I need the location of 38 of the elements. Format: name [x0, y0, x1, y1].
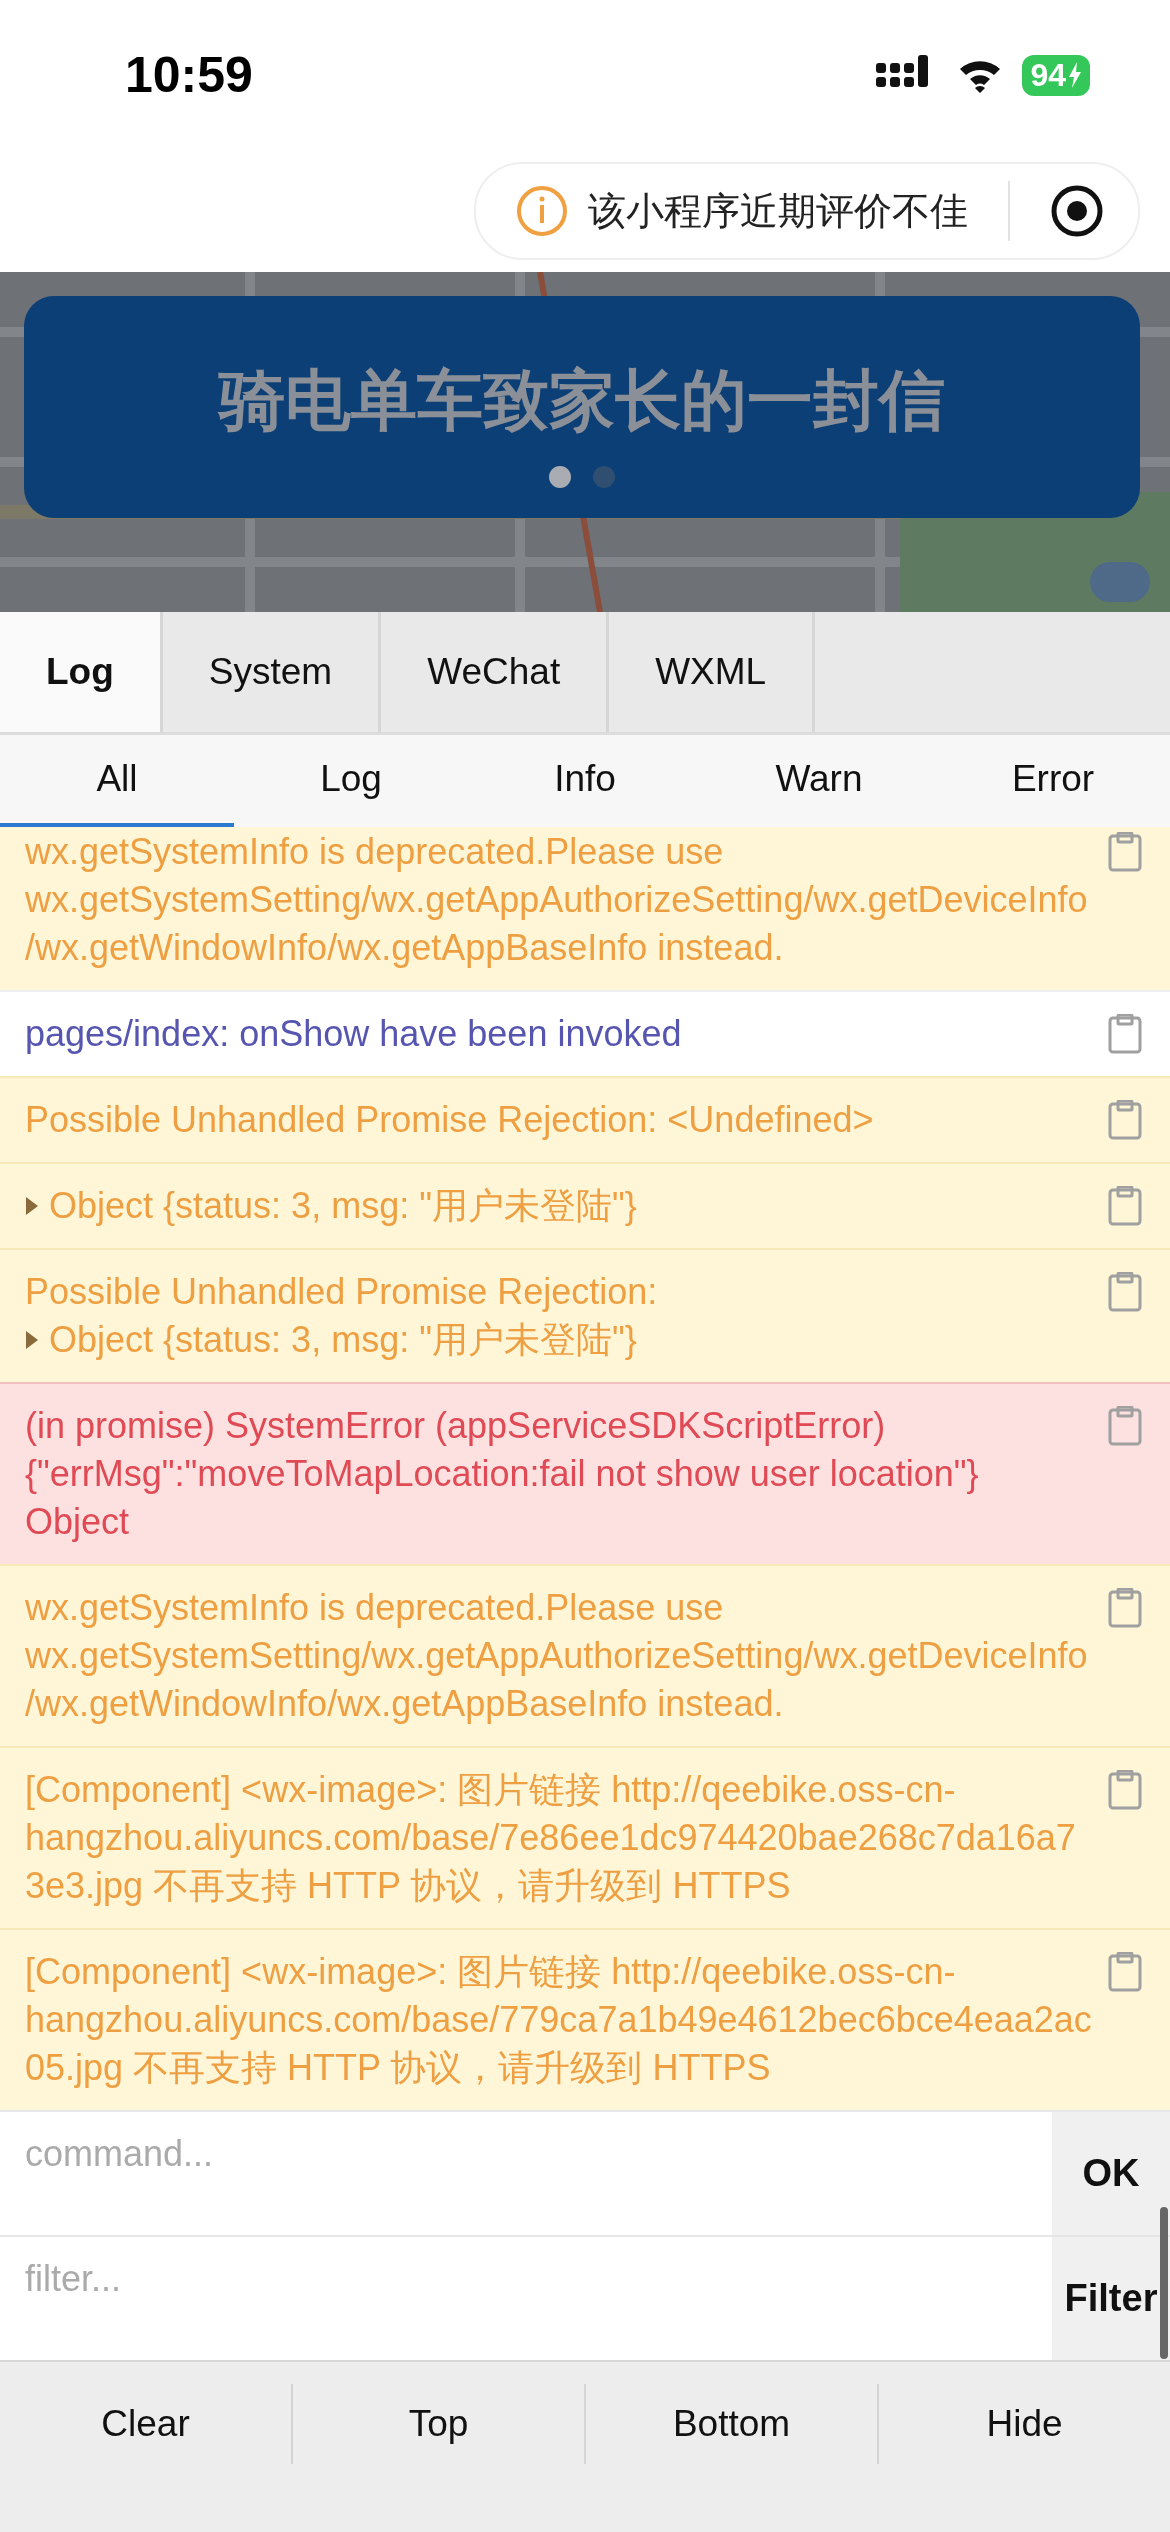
level-filter-tab[interactable]: Warn — [702, 735, 936, 827]
log-message: (in promise) SystemError (appServiceSDKScriptError) {"errMsg":"moveToMapLocation:fail not show user location"} Object — [25, 1404, 980, 1544]
carousel-dot[interactable] — [593, 466, 615, 488]
log-message: wx.getSystemInfo is deprecated.Please use wx.getSystemSetting/wx.getAppAuthorizeSetting/wx.getDeviceInfo/wx.getWindowInfo/wx.getAppBaseInfo instead. — [25, 830, 1089, 970]
log-message: Possible Unhandled Promise Rejection: — [25, 1270, 659, 1314]
filter-button[interactable]: Filter — [1052, 2237, 1170, 2360]
console-action-button[interactable]: Hide — [879, 2384, 1170, 2464]
battery-indicator: 94 — [1022, 54, 1090, 96]
bolt-icon — [1068, 62, 1082, 88]
ok-button[interactable]: OK — [1052, 2112, 1170, 2235]
log-message: [Component] <wx-image>: 图片链接 http://qeebike.oss-cn-hangzhou.aliyuncs.com/base/7e86ee1dc974420bae268c7da16a73e3.jpg 不再支持 HTTP 协议，请升级到 HTTPS — [25, 1768, 1077, 1908]
log-message: wx.getSystemInfo is deprecated.Please use wx.getSystemSetting/wx.getAppAuthorizeSetting/wx.getDeviceInfo/wx.getWindowInfo/wx.getAppBaseInfo instead. — [25, 1586, 1089, 1726]
clipboard-icon[interactable] — [1108, 1186, 1142, 1226]
record-icon[interactable] — [1050, 184, 1104, 238]
clipboard-icon[interactable] — [1108, 1272, 1142, 1312]
level-filter-tab[interactable]: Info — [468, 735, 702, 827]
console-action-button[interactable]: Bottom — [586, 2384, 877, 2464]
clipboard-icon[interactable] — [1108, 1100, 1142, 1140]
clipboard-icon[interactable] — [1108, 1406, 1142, 1446]
info-icon — [516, 185, 568, 237]
caret-icon[interactable] — [25, 1330, 39, 1350]
clipboard-icon[interactable] — [1108, 1014, 1142, 1054]
clipboard-icon[interactable] — [1108, 1952, 1142, 1992]
status-time: 10:59 — [125, 46, 253, 104]
console-tab[interactable]: Log — [0, 612, 163, 732]
clipboard-icon[interactable] — [1108, 1588, 1142, 1628]
log-message: pages/index: onShow have been invoked — [25, 1012, 683, 1056]
log-message: [Component] <wx-image>: 图片链接 http://qeebike.oss-cn-hangzhou.aliyuncs.com/base/779ca7a1b49e4612bec6bce4eaa2ac05.jpg 不再支持 HTTP 协议，请升级到 HTTPS — [25, 1950, 1093, 2090]
clipboard-icon[interactable] — [1108, 832, 1142, 872]
carousel-dot[interactable] — [549, 466, 571, 488]
clipboard-icon[interactable] — [1108, 1770, 1142, 1810]
log-message: Possible Unhandled Promise Rejection: <Undefined> — [25, 1098, 875, 1142]
level-filter-tab[interactable]: Error — [936, 735, 1170, 827]
caret-icon[interactable] — [25, 1196, 39, 1216]
console-action-button[interactable]: Top — [293, 2384, 584, 2464]
banner-title: 骑电单车致家长的一封信 — [219, 362, 945, 439]
console-action-button[interactable]: Clear — [0, 2384, 291, 2464]
level-filter-tab[interactable]: Log — [234, 735, 468, 827]
